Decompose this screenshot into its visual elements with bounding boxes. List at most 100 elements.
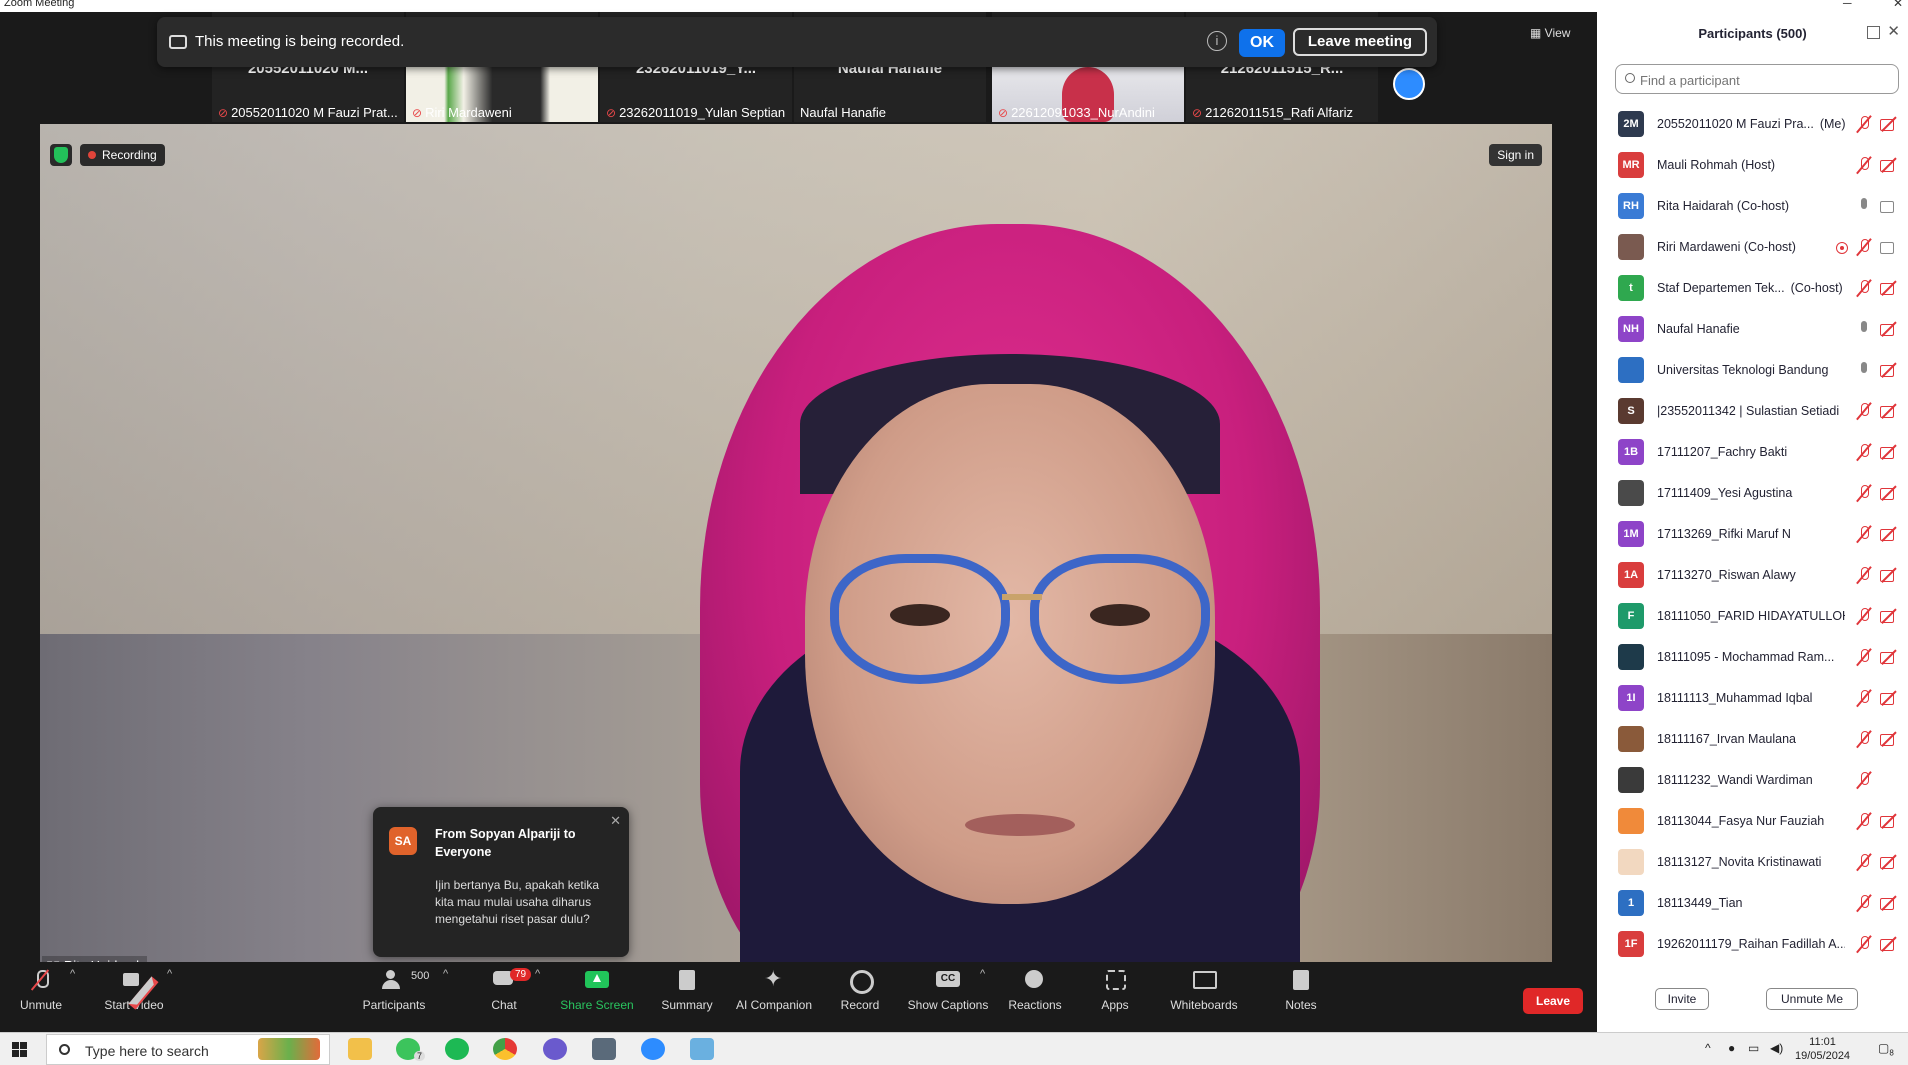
muted-mic-icon: ⊘ [218, 106, 229, 120]
windows-taskbar: Type here to search 7 ^ ● ▭ ◀) 11:01 19/… [0, 1032, 1908, 1065]
participant-list: 2M 20552011020 M Fauzi Pra... (Me) MR Mauli … [1597, 104, 1908, 972]
participant-row[interactable]: 18113127_Novita Kristinawati [1597, 842, 1908, 883]
notes-button[interactable]: Notes [1256, 970, 1346, 1012]
zoom-app-icon[interactable] [641, 1038, 665, 1060]
muted-mic-icon [1857, 115, 1871, 133]
chrome-icon[interactable] [493, 1038, 517, 1060]
file-explorer-icon[interactable] [348, 1038, 372, 1060]
recording-indicator[interactable]: Recording [80, 144, 165, 166]
recording-status-icon [1834, 238, 1848, 256]
muted-mic-icon [1857, 402, 1871, 420]
video-options-chevron-icon[interactable]: ^ [167, 968, 172, 980]
record-button[interactable]: Record [815, 970, 905, 1012]
glasses-right-lens [1030, 554, 1210, 684]
taskbar-clock[interactable]: 11:01 19/05/2024 [1795, 1035, 1850, 1063]
participant-name: |23552011342 | Sulastian Setiadi [1657, 404, 1840, 418]
muted-mic-icon [29, 970, 53, 990]
info-icon[interactable]: i [1207, 31, 1227, 51]
whatsapp-badge: 7 [414, 1051, 426, 1061]
muted-mic-icon [1857, 648, 1871, 666]
unmute-label: Unmute [19, 998, 63, 1012]
video-off-icon [1880, 896, 1898, 910]
view-button[interactable]: ▦ View [1530, 26, 1570, 40]
captions-chevron-icon[interactable]: ^ [980, 968, 985, 980]
participant-row[interactable]: F 18111050_FARID HIDAYATULLOH [1597, 596, 1908, 637]
participant-row[interactable]: 1A 17113270_Riswan Alawy [1597, 555, 1908, 596]
participant-row[interactable]: MR Mauli Rohmah (Host) [1597, 145, 1908, 186]
calculator-icon[interactable] [592, 1038, 616, 1060]
participant-row[interactable]: t Staf Departemen Tek... (Co-host) [1597, 268, 1908, 309]
next-page-button[interactable] [1393, 68, 1425, 100]
participant-row[interactable]: 18111232_Wandi Wardiman [1597, 760, 1908, 801]
participant-row[interactable]: 2M 20552011020 M Fauzi Pra... (Me) [1597, 104, 1908, 145]
sign-in-button[interactable]: Sign in [1489, 144, 1542, 166]
participant-row[interactable]: 1F 19262011179_Raihan Fadillah A... [1597, 924, 1908, 965]
network-icon[interactable]: ▭ [1748, 1041, 1759, 1055]
participant-row[interactable]: S |23552011342 | Sulastian Setiadi [1597, 391, 1908, 432]
participant-name: 20552011020 M Fauzi Pra... [1657, 117, 1814, 131]
participant-row[interactable]: Riri Mardaweni (Co-host) [1597, 227, 1908, 268]
chat-notification[interactable]: ✕ SA From Sopyan Alpariji to Everyone Ij… [373, 807, 629, 957]
participant-name: 17111409_Yesi Agustina [1657, 486, 1793, 500]
search-input[interactable] [1640, 70, 1890, 90]
apps-button[interactable]: Apps [1070, 970, 1160, 1012]
unmute-me-button[interactable]: Unmute Me [1766, 988, 1858, 1010]
muted-mic-icon [1857, 853, 1871, 871]
windows-start-icon[interactable] [12, 1042, 28, 1058]
participant-row[interactable]: 18113044_Fasya Nur Fauziah [1597, 801, 1908, 842]
leave-meeting-button[interactable]: Leave meeting [1293, 28, 1427, 56]
participant-row[interactable]: 17111409_Yesi Agustina [1597, 473, 1908, 514]
ai-companion-label: AI Companion [735, 998, 813, 1012]
reactions-button[interactable]: Reactions [990, 970, 1080, 1012]
participant-row[interactable]: Universitas Teknologi Bandung [1597, 350, 1908, 391]
participant-avatar: RH [1618, 193, 1644, 219]
leave-button[interactable]: Leave [1523, 988, 1583, 1014]
chat-chevron-icon[interactable]: ^ [535, 968, 540, 980]
app-icon[interactable] [690, 1038, 714, 1060]
participant-row[interactable]: RH Rita Haidarah (Co-host) [1597, 186, 1908, 227]
participant-row[interactable]: 1M 17113269_Rifki Maruf N [1597, 514, 1908, 555]
mic-icon [1857, 361, 1871, 379]
thumbnail-name: 22612091033_NurAndini [1011, 105, 1155, 120]
invite-button[interactable]: Invite [1655, 988, 1709, 1010]
participants-chevron-icon[interactable]: ^ [443, 968, 448, 980]
share-screen-button[interactable]: Share Screen [552, 970, 642, 1012]
participant-row[interactable]: 18111095 - Mochammad Ram... [1597, 637, 1908, 678]
audio-options-chevron-icon[interactable]: ^ [70, 968, 75, 980]
share-screen-label: Share Screen [560, 998, 634, 1012]
participant-avatar [1618, 480, 1644, 506]
summary-button[interactable]: Summary [642, 970, 732, 1012]
participant-row[interactable]: 1 18113449_Tian [1597, 883, 1908, 924]
participant-row[interactable]: NH Naufal Hanafie [1597, 309, 1908, 350]
notifications-icon[interactable]: ▢8 [1878, 1041, 1894, 1057]
participant-avatar: F [1618, 603, 1644, 629]
security-shield-icon[interactable] [50, 144, 72, 166]
ai-companion-button[interactable]: AI Companion [729, 966, 819, 1012]
spotify-icon[interactable] [445, 1038, 469, 1060]
participant-search[interactable] [1615, 64, 1899, 94]
pop-out-icon[interactable] [1867, 26, 1880, 39]
close-window-icon[interactable]: ✕ [1893, 0, 1903, 10]
participant-avatar: 1B [1618, 439, 1644, 465]
participant-row[interactable]: 1I 18111113_Muhammad Iqbal [1597, 678, 1908, 719]
participants-panel: Participants (500) ✕ 2M 20552011020 M Fau… [1597, 12, 1908, 1032]
thumbnail-label: ⊘ Riri Mardaweni [412, 105, 512, 120]
participant-row[interactable]: 1B 17111207_Fachry Bakti [1597, 432, 1908, 473]
discord-icon[interactable] [543, 1038, 567, 1060]
tray-chevron-icon[interactable]: ^ [1705, 1041, 1711, 1055]
participant-name: 18111113_Muhammad Iqbal [1657, 691, 1813, 705]
panel-footer: Invite Unmute Me [1597, 980, 1908, 1032]
taskbar-widget-icon[interactable] [258, 1038, 320, 1060]
start-video-button[interactable]: Start Video [89, 970, 179, 1012]
participant-avatar: 2M [1618, 111, 1644, 137]
volume-icon[interactable]: ◀) [1770, 1041, 1783, 1055]
close-icon[interactable]: ✕ [1887, 22, 1900, 40]
whiteboards-button[interactable]: Whiteboards [1159, 970, 1249, 1012]
tray-mic-icon[interactable]: ● [1728, 1041, 1735, 1055]
recording-banner: This meeting is being recorded. i OK Lea… [157, 17, 1437, 67]
minimize-icon[interactable]: ─ [1843, 0, 1852, 10]
ok-button[interactable]: OK [1239, 29, 1285, 57]
recording-notice: This meeting is being recorded. [195, 33, 405, 50]
participant-row[interactable]: 18111167_Irvan Maulana [1597, 719, 1908, 760]
title-bar: Zoom Meeting ─ ✕ [0, 0, 1908, 12]
